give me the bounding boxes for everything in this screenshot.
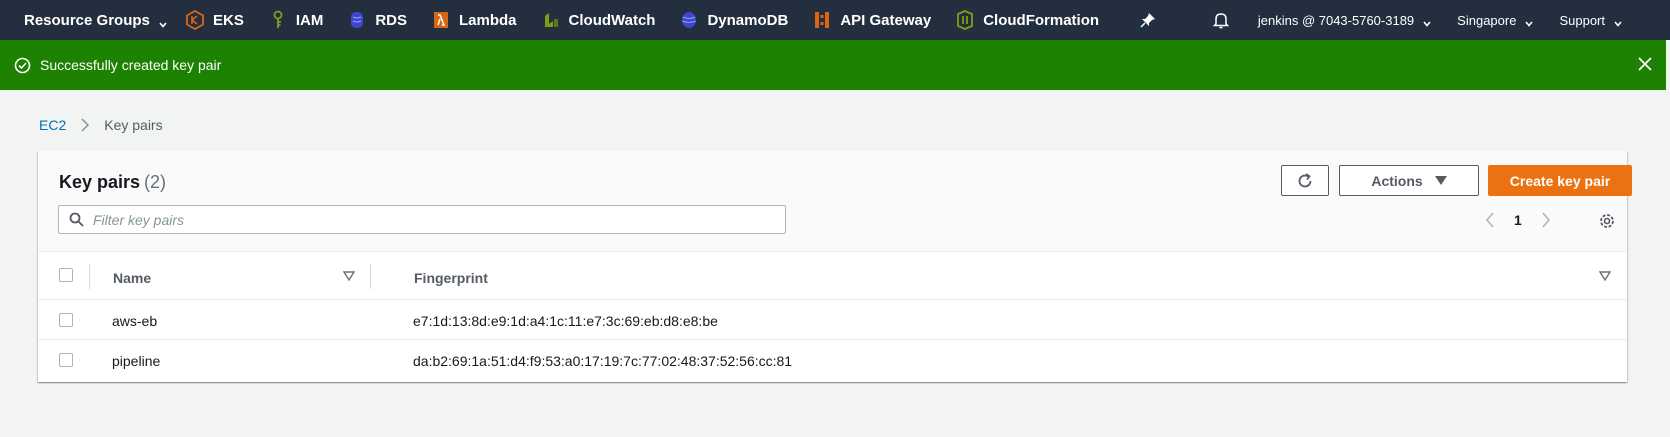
- caret-down-icon: [1434, 175, 1447, 186]
- breadcrumb-current: Key pairs: [104, 117, 163, 133]
- service-label: RDS: [375, 11, 408, 29]
- cloudformation-icon: [955, 10, 975, 30]
- lambda-icon: [431, 10, 451, 30]
- service-label: DynamoDB: [707, 11, 789, 29]
- key-pair-fingerprint: da:b2:69:1a:51:d4:f9:53:a0:17:19:7c:77:0…: [413, 353, 793, 369]
- support-label: Support: [1559, 12, 1605, 28]
- next-page-icon[interactable]: [1541, 212, 1551, 228]
- chevron-down-icon: [159, 16, 167, 28]
- chevron-down-icon: [1525, 16, 1534, 27]
- service-shortcut-eks[interactable]: EKS: [185, 10, 244, 30]
- support-menu[interactable]: Support: [1559, 13, 1622, 28]
- sort-triangle-icon[interactable]: [1599, 271, 1611, 281]
- create-key-pair-button[interactable]: Create key pair: [1488, 165, 1632, 196]
- key-pair-name: aws-eb: [112, 313, 158, 329]
- table-header: Name Fingerprint: [38, 252, 1627, 300]
- key-pairs-panel: Key pairs(2) Actions Create key pair 1: [38, 151, 1632, 382]
- service-label: EKS: [213, 11, 244, 29]
- panel-header: Key pairs(2) Actions Create key pair 1: [38, 151, 1632, 252]
- table-row[interactable]: pipeline da:b2:69:1a:51:d4:f9:53:a0:17:1…: [38, 341, 1627, 380]
- column-divider: [370, 264, 371, 289]
- select-all-checkbox[interactable]: [59, 268, 73, 282]
- key-pair-name: pipeline: [112, 353, 161, 369]
- iam-icon: [268, 10, 288, 30]
- flash-message: Successfully created key pair: [40, 57, 222, 73]
- sort-triangle-icon[interactable]: [343, 271, 355, 281]
- chevron-right-icon: [80, 118, 90, 132]
- page-number[interactable]: 1: [1514, 212, 1522, 228]
- service-shortcut-cloudformation[interactable]: CloudFormation: [955, 10, 1099, 30]
- rds-icon: [347, 10, 367, 30]
- eks-icon: [185, 10, 205, 30]
- check-circle-icon: [14, 57, 31, 74]
- refresh-icon: [1296, 172, 1314, 190]
- service-shortcut-rds[interactable]: RDS: [347, 10, 407, 30]
- service-shortcut-lambda[interactable]: Lambda: [431, 10, 517, 30]
- previous-page-icon[interactable]: [1485, 212, 1495, 228]
- service-shortcut-dynamodb[interactable]: DynamoDB: [679, 10, 788, 30]
- region-menu[interactable]: Singapore: [1457, 12, 1534, 28]
- row-checkbox[interactable]: [59, 353, 73, 367]
- nav-right-group: jenkins @ 7043-5760-3189 Singapore Suppo…: [1212, 0, 1670, 40]
- breadcrumb: EC2 Key pairs: [39, 117, 163, 133]
- service-label: API Gateway: [840, 11, 932, 29]
- service-shortcut-api-gateway[interactable]: API Gateway: [812, 10, 931, 30]
- scrollbar-gutter: [1666, 40, 1670, 90]
- cloudwatch-icon: [541, 10, 561, 30]
- resource-groups-label: Resource Groups: [24, 11, 150, 29]
- pagination: 1: [1485, 212, 1551, 228]
- service-label: Lambda: [459, 11, 517, 29]
- service-shortcut-iam[interactable]: IAM: [268, 10, 324, 30]
- chevron-down-icon: [1614, 16, 1622, 27]
- item-count: (2): [144, 172, 167, 192]
- breadcrumb-ec2-link[interactable]: EC2: [39, 117, 66, 133]
- row-checkbox[interactable]: [59, 313, 73, 327]
- service-label: CloudFormation: [983, 11, 1100, 29]
- account-menu[interactable]: jenkins @ 7043-5760-3189: [1258, 13, 1431, 28]
- region-label: Singapore: [1457, 12, 1517, 28]
- bell-icon[interactable]: [1212, 11, 1230, 29]
- column-header-name[interactable]: Name: [113, 270, 151, 286]
- column-header-fingerprint[interactable]: Fingerprint: [414, 270, 488, 286]
- resource-groups-menu[interactable]: Resource Groups: [0, 12, 185, 29]
- dynamodb-icon: [679, 10, 699, 30]
- gear-icon[interactable]: [1598, 212, 1616, 230]
- actions-button[interactable]: Actions: [1339, 165, 1479, 196]
- refresh-button[interactable]: [1281, 165, 1329, 196]
- account-label: jenkins @ 7043-5760-3189: [1257, 12, 1415, 28]
- chevron-down-icon: [1423, 16, 1431, 27]
- pin-icon[interactable]: [1139, 11, 1157, 29]
- search-icon: [69, 212, 84, 227]
- api-gateway-icon: [812, 10, 832, 30]
- key-pair-fingerprint: e7:1d:13:8d:e9:1d:a4:1c:11:e7:3c:69:eb:d…: [413, 313, 718, 329]
- service-label: IAM: [295, 11, 324, 29]
- table-row[interactable]: aws-eb e7:1d:13:8d:e9:1d:a4:1c:11:e7:3c:…: [38, 301, 1627, 340]
- filter-key-pairs-field[interactable]: [58, 205, 786, 234]
- top-navigation: Resource Groups EKS IAM RDS Lambda Cloud…: [0, 0, 1670, 40]
- search-input[interactable]: [93, 211, 773, 228]
- close-icon[interactable]: [1637, 56, 1653, 72]
- service-shortcut-cloudwatch[interactable]: CloudWatch: [541, 10, 656, 30]
- success-flash-banner: Successfully created key pair: [0, 40, 1666, 90]
- service-label: CloudWatch: [568, 11, 656, 29]
- actions-label: Actions: [1371, 172, 1423, 189]
- page-title: Key pairs (2): [59, 172, 166, 193]
- panel-title: Key pairs: [59, 172, 141, 192]
- column-divider: [89, 264, 90, 289]
